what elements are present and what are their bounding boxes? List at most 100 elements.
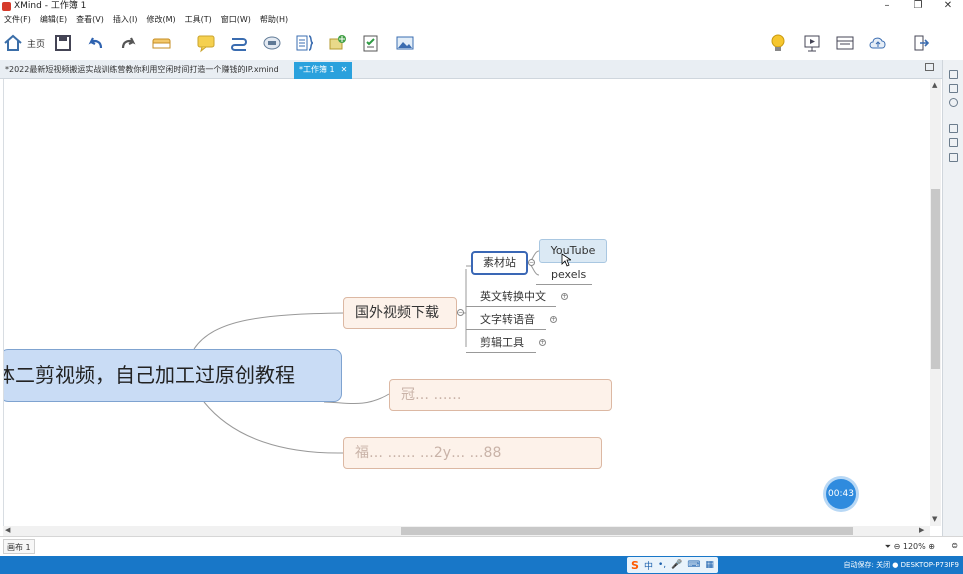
relationship-button[interactable] [229,33,249,53]
subtopic-translate[interactable]: 英文转换中文 [466,287,556,307]
editor-tab-bar: *2022最新短视频搬运实战训练营教你利用空闲时间打造一个赚钱的IP.xmind… [0,60,963,79]
panel-minimize-icon[interactable] [949,70,958,79]
ime-toolbar[interactable]: S 中 •, 🎤 ⌨ ▦ [627,557,718,573]
export-icon [914,35,930,51]
main-topic-3[interactable]: 福… …… …2y… …88 [343,437,602,469]
overview-panel-icon[interactable] [949,153,958,162]
expand-toggle-icon[interactable]: + [550,316,557,323]
summary-icon [296,35,314,51]
marker-icon [329,35,346,50]
close-window-button[interactable]: ✕ [933,0,963,13]
vertical-scroll-thumb[interactable] [931,189,940,369]
xmind-logo-icon [2,2,11,11]
central-topic[interactable]: 体二剪视频，自己加工过原创教程 [4,349,342,402]
collapse-toggle-icon[interactable]: − [528,259,535,266]
filter-icon[interactable]: ⏷ [885,542,891,551]
presentation-icon [804,35,820,52]
expand-toggle-icon[interactable]: + [561,293,568,300]
presentation-button[interactable] [803,33,821,53]
mouse-cursor-icon [561,253,571,267]
properties-panel-icon[interactable] [949,138,958,147]
expand-toggle-icon[interactable]: + [539,339,546,346]
image-icon [396,36,414,50]
panel-restore-icon[interactable] [949,124,958,133]
outline-button[interactable] [836,33,854,53]
boundary-button[interactable] [262,33,282,53]
side-panel-bar [942,60,963,536]
share-button[interactable] [869,33,887,53]
outline-panel-icon[interactable] [949,84,958,93]
ime-punctuation-icon[interactable]: •, [658,560,666,570]
ime-keyboard-icon[interactable]: ⌨ [687,560,700,570]
horizontal-scrollbar[interactable]: ◀ ▶ [3,526,930,536]
undo-icon [88,37,103,49]
lightbulb-icon [771,34,785,51]
home-button[interactable]: 主页 [3,33,47,53]
save-button[interactable] [54,33,72,53]
subtopic-editing-tools[interactable]: 剪辑工具 [466,333,536,353]
undo-button[interactable] [87,33,105,53]
ime-voice-icon[interactable]: 🎤 [671,560,682,570]
topic-icon [152,38,171,49]
zoom-level: 120% [902,542,926,551]
horizontal-scroll-thumb[interactable] [401,527,853,535]
menu-file[interactable]: 文件(F) [4,13,31,27]
menu-modify[interactable]: 修改(M) [146,13,175,27]
zoom-fit-icon[interactable]: ⊜ [951,541,958,550]
menu-bar: 文件(F) 编辑(E) 查看(V) 插入(I) 修改(M) 工具(T) 窗口(W… [0,13,963,27]
leaf-topic-youtube[interactable]: YouTube [539,239,607,263]
tab-xmind-file[interactable]: *2022最新短视频搬运实战训练营教你利用空闲时间打造一个赚钱的IP.xmind [0,62,284,79]
summary-button[interactable] [295,33,315,53]
menu-edit[interactable]: 编辑(E) [40,13,67,27]
callout-button[interactable] [196,33,216,53]
maximize-editor-icon[interactable] [925,63,934,71]
toolbar: 主页 ▼ [0,27,963,74]
vertical-scrollbar[interactable]: ▲ ▼ [930,79,941,526]
task-button[interactable] [361,33,381,53]
outline-icon [836,36,854,50]
mindmap-canvas[interactable]: 体二剪视频，自己加工过原创教程 国外视频下载 − 冠… …… 福… …… …2y… [3,79,930,526]
redo-icon [121,37,136,49]
recording-timer-badge: 00:43 [826,479,856,509]
marker-button[interactable] [328,33,348,53]
title-bar: XMind - 工作簿 1 – ❐ ✕ [0,0,963,13]
ime-toolbox-icon[interactable]: ▦ [705,560,714,570]
menu-tools[interactable]: 工具(T) [185,13,212,27]
scroll-right-icon[interactable]: ▶ [919,526,924,534]
sogou-logo-icon: S [631,558,639,572]
status-bar: 画布 1 ⏷ ⊖ 120% ⊕ ⊜ [0,536,963,556]
collapse-toggle-icon[interactable]: − [457,309,464,316]
export-button[interactable] [912,33,930,53]
tab-close-icon[interactable]: ✕ [341,65,348,74]
relationship-icon [231,38,247,51]
tab-workbook-1[interactable]: *工作簿 1 ✕ [294,62,353,79]
menu-view[interactable]: 查看(V) [76,13,104,27]
ime-language[interactable]: 中 [644,559,653,572]
scroll-up-icon[interactable]: ▲ [932,81,937,89]
scroll-down-icon[interactable]: ▼ [932,515,937,523]
zoom-controls: ⏷ ⊖ 120% ⊕ [885,537,935,556]
minimize-button[interactable]: – [872,0,902,13]
selected-topic-material-site[interactable]: 素材站 [471,251,528,275]
menu-window[interactable]: 窗口(W) [221,13,251,27]
tab-label: *工作簿 1 [299,65,335,74]
redo-button[interactable] [119,33,137,53]
leaf-topic-pexels[interactable]: pexels [536,265,592,285]
subtopic-text-to-speech[interactable]: 文字转语音 [466,310,546,330]
scroll-left-icon[interactable]: ◀ [5,526,10,534]
idea-button[interactable] [770,33,786,53]
sheet-tab[interactable]: 画布 1 [3,539,35,554]
image-button[interactable] [395,33,415,53]
main-topic-2[interactable]: 冠… …… [389,379,612,411]
zoom-out-icon[interactable]: ⊖ [894,542,901,551]
upload-cloud-icon [869,37,886,49]
xmind-window: XMind - 工作簿 1 – ❐ ✕ 文件(F) 编辑(E) 查看(V) 插入… [0,0,963,574]
main-topic-foreign-download[interactable]: 国外视频下载 [343,297,457,329]
zoom-in-icon[interactable]: ⊕ [928,542,935,551]
menu-help[interactable]: 帮助(H) [260,13,288,27]
menu-insert[interactable]: 插入(I) [113,13,138,27]
restore-button[interactable]: ❐ [903,0,933,13]
topic-style-button[interactable] [152,33,174,53]
zoom-panel-icon[interactable] [949,98,958,107]
boundary-icon [263,36,281,50]
